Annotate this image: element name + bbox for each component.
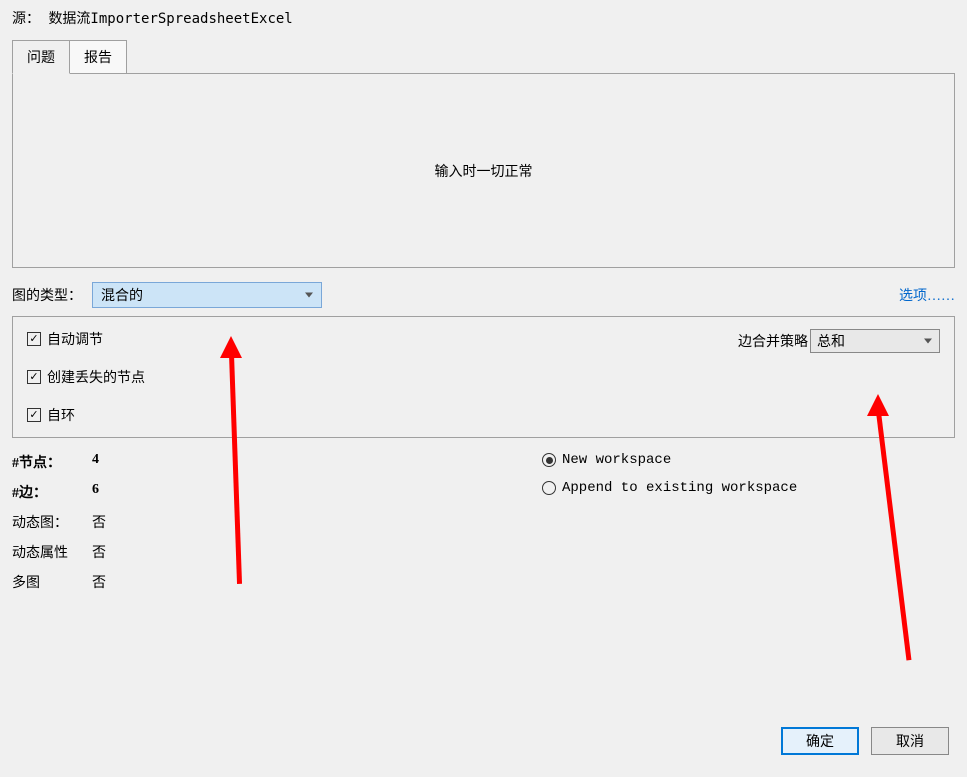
checkbox-auto-adjust-label: 自动调节 xyxy=(47,329,103,349)
merge-strategy-select[interactable]: 总和 xyxy=(810,329,940,353)
source-value: 数据流ImporterSpreadsheetExcel xyxy=(48,11,292,27)
checkbox-self-loop[interactable]: ✓ 自环 xyxy=(27,405,145,425)
tab-report-label: 报告 xyxy=(84,51,112,66)
merge-strategy-row: 边合并策略 总和 xyxy=(738,329,940,353)
stat-edges: #边： 6 xyxy=(12,482,292,502)
tab-issues[interactable]: 问题 xyxy=(12,40,70,74)
cancel-button-label: 取消 xyxy=(896,731,924,751)
checkbox-icon: ✓ xyxy=(27,408,41,422)
checkbox-auto-adjust[interactable]: ✓ 自动调节 xyxy=(27,329,145,349)
stat-dynamic-attr-value: 否 xyxy=(92,542,106,562)
stats-col: #节点： 4 #边： 6 动态图： 否 动态属性 否 多图 否 xyxy=(12,452,292,592)
import-status-message: 输入时一切正常 xyxy=(435,161,533,181)
stat-nodes-value: 4 xyxy=(92,452,99,472)
stat-edges-label: #边： xyxy=(12,482,92,502)
issues-panel: 输入时一切正常 xyxy=(12,73,955,268)
merge-strategy-label: 边合并策略 xyxy=(738,331,808,351)
stat-multigraph: 多图 否 xyxy=(12,572,292,592)
options-link[interactable]: 选项…… xyxy=(899,285,955,305)
stat-nodes-label: #节点： xyxy=(12,452,92,472)
stat-nodes: #节点： 4 xyxy=(12,452,292,472)
checkbox-icon: ✓ xyxy=(27,370,41,384)
checkbox-create-missing-nodes[interactable]: ✓ 创建丢失的节点 xyxy=(27,367,145,387)
graph-type-value: 混合的 xyxy=(101,285,143,305)
radio-icon xyxy=(542,453,556,467)
checkbox-create-missing-label: 创建丢失的节点 xyxy=(47,367,145,387)
stat-multigraph-label: 多图 xyxy=(12,572,92,592)
ok-button-label: 确定 xyxy=(806,731,834,751)
radio-append-workspace-label: Append to existing workspace xyxy=(562,480,797,496)
stat-dynamic-graph-value: 否 xyxy=(92,512,106,532)
tab-issues-label: 问题 xyxy=(27,51,55,66)
cancel-button[interactable]: 取消 xyxy=(871,727,949,755)
radio-new-workspace-label: New workspace xyxy=(562,452,671,468)
button-row: 确定 取消 xyxy=(781,727,949,755)
tab-report[interactable]: 报告 xyxy=(69,40,127,73)
stat-edges-value: 6 xyxy=(92,482,99,502)
stats-row: #节点： 4 #边： 6 动态图： 否 动态属性 否 多图 否 New work… xyxy=(12,452,955,592)
tab-bar: 问题 报告 xyxy=(12,40,955,73)
graph-type-select[interactable]: 混合的 xyxy=(92,282,322,308)
options-panel: ✓ 自动调节 ✓ 创建丢失的节点 ✓ 自环 边合并策略 总和 xyxy=(12,316,955,438)
radio-append-workspace[interactable]: Append to existing workspace xyxy=(542,480,797,496)
radio-icon xyxy=(542,481,556,495)
chevron-down-icon xyxy=(305,293,313,298)
graph-type-row: 图的类型： 混合的 选项…… xyxy=(12,282,955,308)
chevron-down-icon xyxy=(924,339,932,344)
ok-button[interactable]: 确定 xyxy=(781,727,859,755)
stat-dynamic-graph: 动态图： 否 xyxy=(12,512,292,532)
workspace-col: New workspace Append to existing workspa… xyxy=(542,452,797,592)
merge-strategy-value: 总和 xyxy=(817,331,845,351)
stat-dynamic-graph-label: 动态图： xyxy=(12,512,92,532)
checkbox-icon: ✓ xyxy=(27,332,41,346)
source-label: 源： xyxy=(12,11,40,27)
checkbox-group: ✓ 自动调节 ✓ 创建丢失的节点 ✓ 自环 xyxy=(27,329,145,425)
graph-type-label: 图的类型： xyxy=(12,285,82,305)
source-row: 源： 数据流ImporterSpreadsheetExcel xyxy=(12,8,955,28)
radio-new-workspace[interactable]: New workspace xyxy=(542,452,797,468)
stat-dynamic-attr: 动态属性 否 xyxy=(12,542,292,562)
stat-dynamic-attr-label: 动态属性 xyxy=(12,542,92,562)
stat-multigraph-value: 否 xyxy=(92,572,106,592)
checkbox-self-loop-label: 自环 xyxy=(47,405,75,425)
